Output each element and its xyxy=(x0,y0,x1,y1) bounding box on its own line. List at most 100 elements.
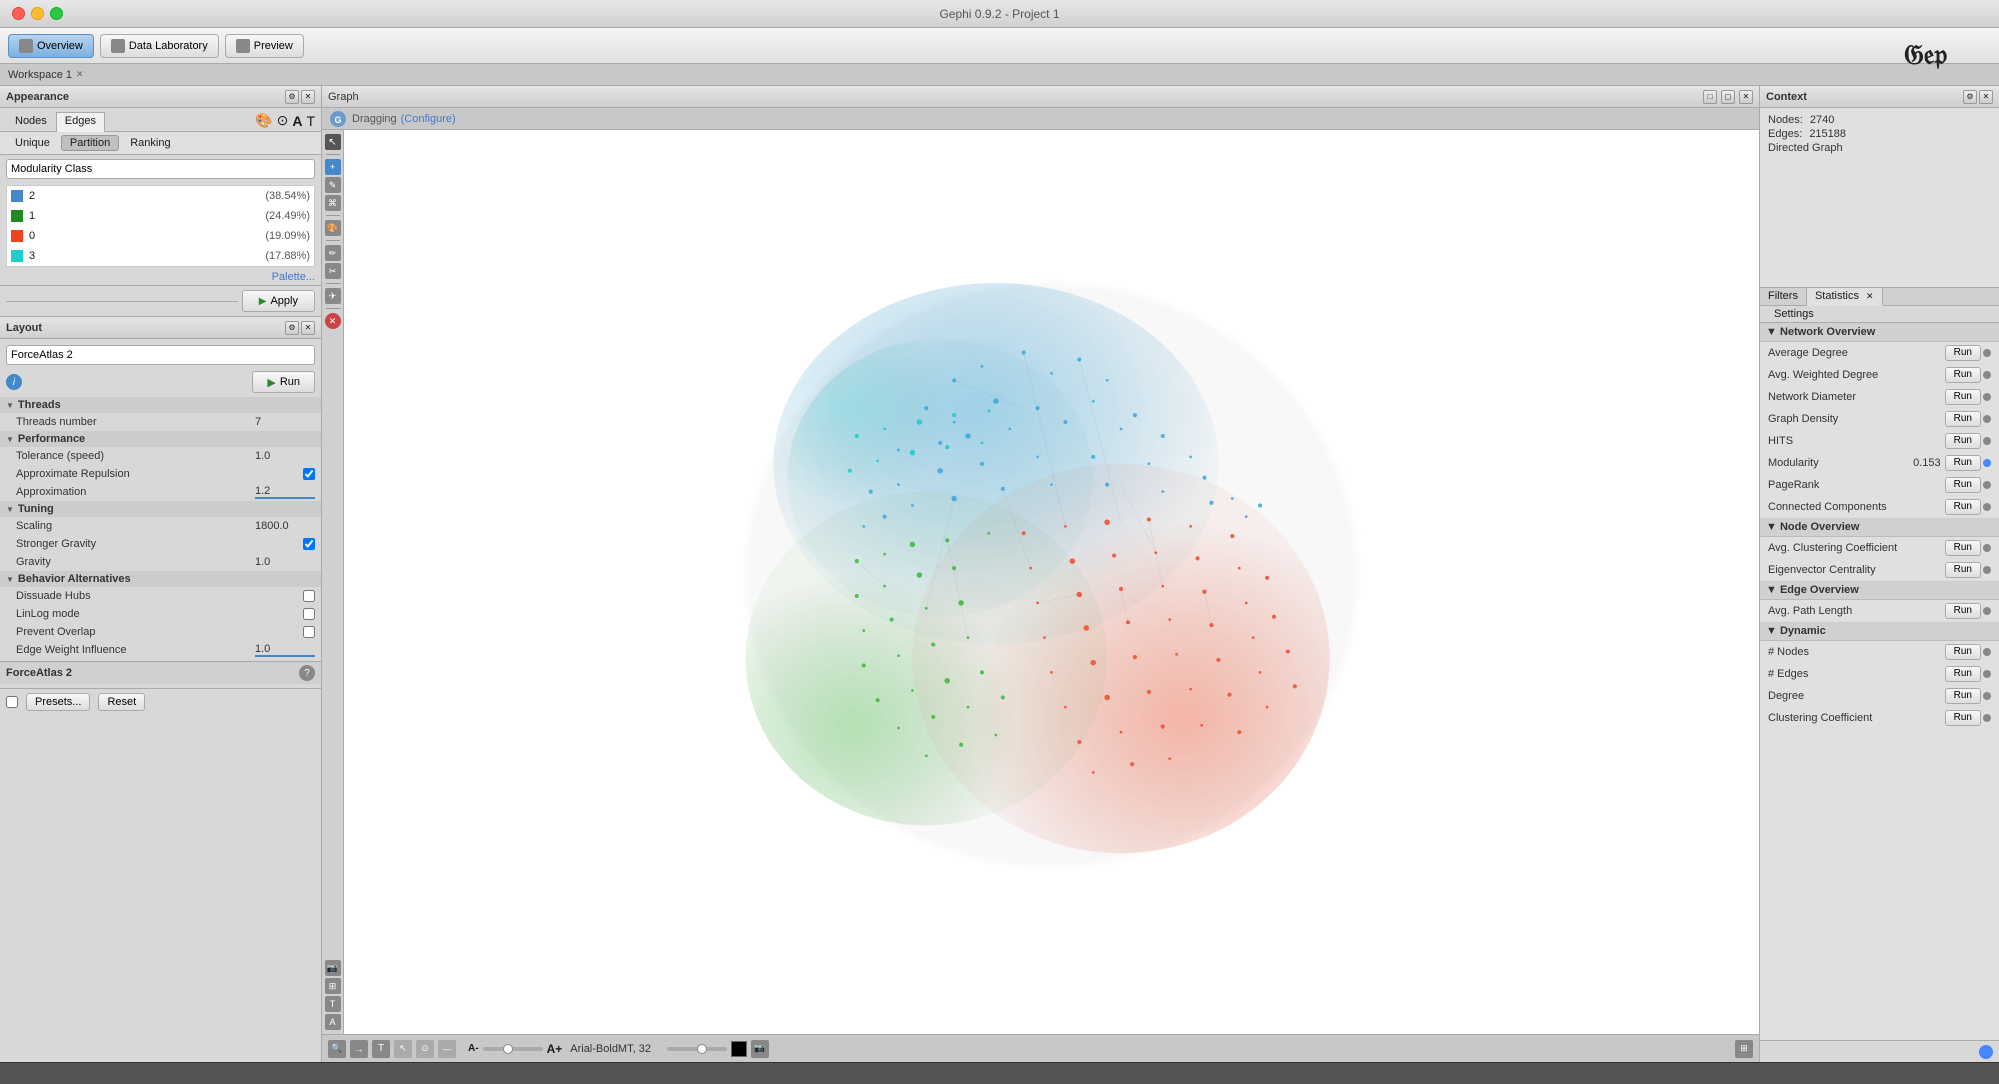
text-label-tool[interactable]: T xyxy=(372,1040,390,1058)
overview-button[interactable]: Overview xyxy=(8,34,94,58)
appearance-panel: Appearance ⚙ ✕ Nodes Edges 🎨 ⊙ A T xyxy=(0,86,321,316)
avg-path-run-btn[interactable]: Run xyxy=(1945,603,1981,619)
color-icon[interactable]: 🎨 xyxy=(255,112,272,129)
palette-link[interactable]: Palette... xyxy=(0,269,321,285)
graph-bottom-toolbar: 🔍 → T ↖ ⊙ — A- A+ Arial-BoldMT, 32 📷 xyxy=(322,1034,1759,1062)
graph-close-btn[interactable]: ✕ xyxy=(1739,90,1753,104)
info-icon[interactable]: i xyxy=(6,374,22,390)
appearance-settings-btn[interactable]: ⚙ xyxy=(285,90,299,104)
run-button[interactable]: ▶ Run xyxy=(252,371,315,393)
color-item-2[interactable]: 2 (38.54%) xyxy=(7,186,314,206)
color-item-3[interactable]: 3 (17.88%) xyxy=(7,246,314,266)
network-diameter-run-btn[interactable]: Run xyxy=(1945,389,1981,405)
subtab-unique[interactable]: Unique xyxy=(6,135,59,151)
eigenvector-run-btn[interactable]: Run xyxy=(1945,562,1981,578)
select-tool[interactable]: ↖ xyxy=(325,134,341,150)
num-nodes-run-btn[interactable]: Run xyxy=(1945,644,1981,660)
close-button[interactable] xyxy=(12,7,25,20)
lasso-tool[interactable]: ⌘ xyxy=(325,195,341,211)
avg-degree-row: Average Degree Run xyxy=(1760,342,1999,364)
subtab-partition[interactable]: Partition xyxy=(61,135,119,151)
graph-maximize-btn[interactable]: ◻ xyxy=(1721,90,1735,104)
workspace-tab-close[interactable]: ✕ xyxy=(76,69,84,80)
size-icon[interactable]: ⊙ xyxy=(277,112,289,129)
label-tool[interactable]: A xyxy=(325,1014,341,1030)
tool-separator-4 xyxy=(326,283,340,284)
gravity-row: Gravity 1.0 xyxy=(0,553,321,571)
modularity-dropdown[interactable]: Modularity Class xyxy=(6,159,315,179)
subtab-ranking[interactable]: Ranking xyxy=(121,135,179,151)
label-size-icon[interactable]: T xyxy=(306,113,315,129)
approx-repulsion-checkbox[interactable] xyxy=(303,468,315,480)
avg-clustering-run-btn[interactable]: Run xyxy=(1945,540,1981,556)
stronger-gravity-checkbox[interactable] xyxy=(303,538,315,550)
grid-tool[interactable]: ⊞ xyxy=(325,978,341,994)
reset-button[interactable]: Reset xyxy=(98,693,145,711)
zoom-in-tool[interactable]: + xyxy=(325,159,341,175)
num-edges-run-btn[interactable]: Run xyxy=(1945,666,1981,682)
configure-link[interactable]: (Configure) xyxy=(401,113,456,125)
avg-weighted-degree-run-btn[interactable]: Run xyxy=(1945,367,1981,383)
color-slider[interactable] xyxy=(667,1047,727,1051)
tab-nodes[interactable]: Nodes xyxy=(6,112,56,131)
color-item-0[interactable]: 0 (19.09%) xyxy=(7,226,314,246)
apply-button[interactable]: ▶ Apply xyxy=(242,290,315,312)
graph-canvas[interactable]: ↖ + ✎ ⌘ 🎨 ✏ ✂ ✈ ✕ 📷 ⊞ T A xyxy=(322,130,1759,1034)
text-tool[interactable]: T xyxy=(325,996,341,1012)
minimize-button[interactable] xyxy=(31,7,44,20)
preview-button[interactable]: Preview xyxy=(225,34,304,58)
presets-button[interactable]: Presets... xyxy=(26,693,90,711)
screenshot-tool[interactable]: 📷 xyxy=(325,960,341,976)
color-item-1[interactable]: 1 (24.49%) xyxy=(7,206,314,226)
cursor-tool[interactable]: ↖ xyxy=(394,1040,412,1058)
context-close-btn[interactable]: ✕ xyxy=(1979,90,1993,104)
linlog-checkbox[interactable] xyxy=(303,608,315,620)
dissuade-hubs-checkbox[interactable] xyxy=(303,590,315,602)
brush-tool[interactable]: ✎ xyxy=(325,177,341,193)
pencil-tool[interactable]: ✏ xyxy=(325,245,341,261)
modularity-indicator xyxy=(1983,459,1991,467)
layout-algorithm-dropdown[interactable]: ForceAtlas 2 xyxy=(6,345,315,365)
context-settings-btn[interactable]: ⚙ xyxy=(1963,90,1977,104)
modularity-run-btn[interactable]: Run xyxy=(1945,455,1981,471)
workspace-tab[interactable]: Workspace 1 ✕ xyxy=(8,69,84,81)
prevent-overlap-checkbox[interactable] xyxy=(303,626,315,638)
font-selector[interactable]: Arial-BoldMT, 32 xyxy=(566,1043,655,1055)
reset-tool[interactable]: ✕ xyxy=(325,313,341,329)
screenshot-btn[interactable]: 📷 xyxy=(751,1040,769,1058)
main-toolbar: Overview Data Laboratory Preview 𝔊𝔢𝔭 xyxy=(0,28,1999,64)
paint-tool[interactable]: 🎨 xyxy=(325,220,341,236)
tab-statistics[interactable]: Statistics ✕ xyxy=(1807,288,1883,306)
node-tool[interactable]: ⊙ xyxy=(416,1040,434,1058)
connected-components-run-btn[interactable]: Run xyxy=(1945,499,1981,515)
arrow-tool[interactable]: → xyxy=(350,1040,368,1058)
erase-tool[interactable]: ✂ xyxy=(325,263,341,279)
tab-filters[interactable]: Filters xyxy=(1760,288,1807,305)
linlog-row: LinLog mode xyxy=(0,605,321,623)
layout-settings-btn[interactable]: ⚙ xyxy=(285,321,299,335)
help-button[interactable]: ? xyxy=(299,665,315,681)
tab-settings[interactable]: Settings xyxy=(1766,306,1822,322)
avg-degree-run-btn[interactable]: Run xyxy=(1945,345,1981,361)
graph-density-run-btn[interactable]: Run xyxy=(1945,411,1981,427)
label-icon[interactable]: A xyxy=(292,113,302,129)
pagerank-run-btn[interactable]: Run xyxy=(1945,477,1981,493)
font-size-slider[interactable] xyxy=(483,1047,543,1051)
graph-minimize-btn[interactable]: □ xyxy=(1703,90,1717,104)
statistics-body: ▼ Network Overview Average Degree Run Av… xyxy=(1760,323,1999,1040)
clustering-coeff-run-btn[interactable]: Run xyxy=(1945,710,1981,726)
maximize-button[interactable] xyxy=(50,7,63,20)
presets-checkbox[interactable] xyxy=(6,696,18,708)
hits-run-btn[interactable]: Run xyxy=(1945,433,1981,449)
tab-edges[interactable]: Edges xyxy=(56,112,105,132)
layout-close-btn[interactable]: ✕ xyxy=(301,321,315,335)
fullscreen-btn[interactable]: ⊞ xyxy=(1735,1040,1753,1058)
move-tool[interactable]: ✈ xyxy=(325,288,341,304)
appearance-close-btn[interactable]: ✕ xyxy=(301,90,315,104)
magnify-tool[interactable]: 🔍 xyxy=(328,1040,346,1058)
stats-tab-close[interactable]: ✕ xyxy=(1866,291,1874,301)
color-picker[interactable] xyxy=(731,1041,747,1057)
data-laboratory-button[interactable]: Data Laboratory xyxy=(100,34,219,58)
degree-run-btn[interactable]: Run xyxy=(1945,688,1981,704)
edge-tool[interactable]: — xyxy=(438,1040,456,1058)
